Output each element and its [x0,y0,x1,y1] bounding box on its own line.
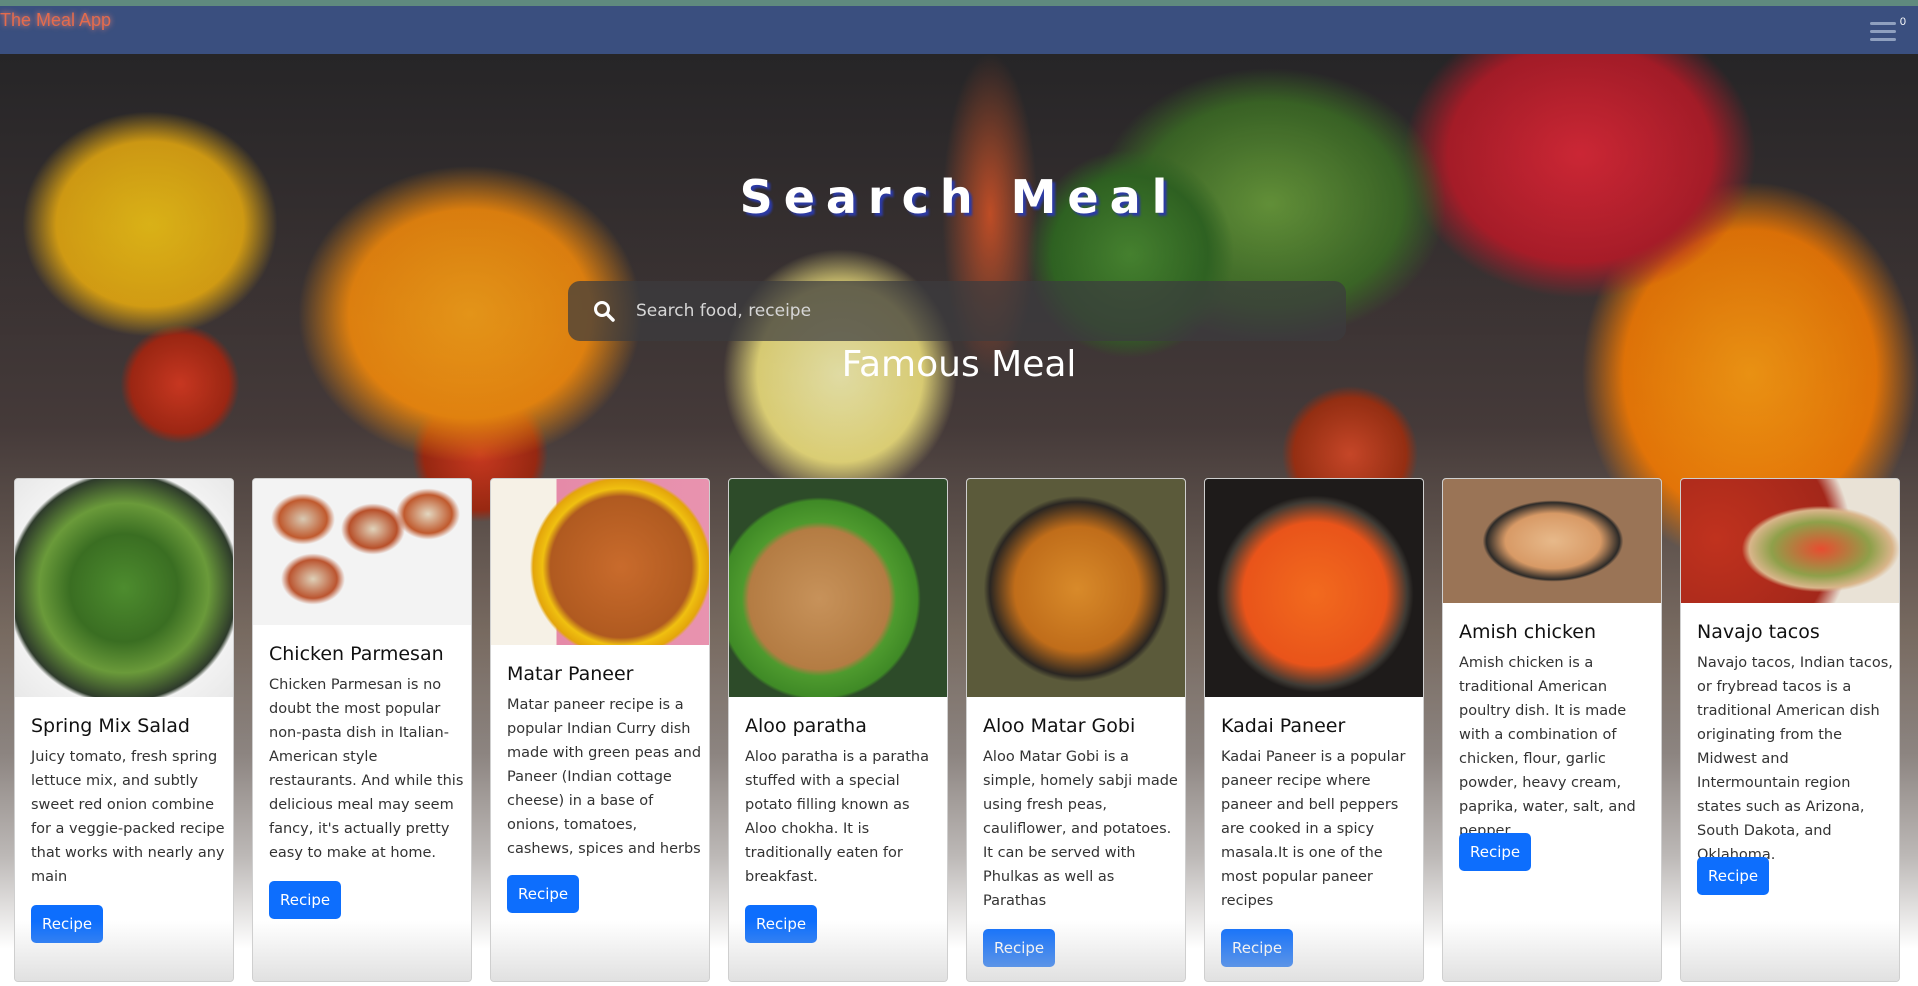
meal-title: Aloo paratha [745,715,867,737]
meal-description: Kadai Paneer is a popular paneer recipe … [1221,749,1406,909]
meal-card-matar-paneer: Matar Paneer Matar paneer recipe is a po… [490,478,710,982]
meal-image [1681,479,1899,603]
navbar: The Meal App 0 [0,0,1918,54]
meal-title: Navajo tacos [1697,621,1820,643]
recipe-button[interactable]: Recipe [507,875,580,913]
meal-description: Chicken Parmesan is no doubt the most po… [269,677,464,861]
meal-title: Aloo Matar Gobi [983,715,1136,737]
meal-card-kadai-paneer: Kadai Paneer Kadai Paneer is a popular p… [1204,478,1424,982]
meal-image [729,479,947,697]
meal-description: Matar paneer recipe is a popular Indian … [507,697,702,857]
meal-image [491,479,709,645]
search-bar[interactable] [568,281,1346,341]
cart-count-badge: 0 [1899,16,1906,28]
section-title: Famous Meal [841,344,1077,385]
recipe-button[interactable]: Recipe [1221,929,1294,967]
meal-image [967,479,1185,697]
recipe-button[interactable]: Recipe [1697,857,1770,895]
meal-card-amish-chicken: Amish chicken Amish chicken is a traditi… [1442,478,1662,982]
meal-title: Matar Paneer [507,663,634,685]
page-title: Search Meal [739,170,1179,224]
meal-cards: Spring Mix Salad Juicy tomato, fresh spr… [14,478,1904,984]
meal-description: Amish chicken is a traditional American … [1459,655,1636,839]
meal-description: Navajo tacos, Indian tacos, or frybread … [1697,655,1893,863]
meal-card-aloo-matar-gobi: Aloo Matar Gobi Aloo Matar Gobi is a sim… [966,478,1186,982]
meal-title: Chicken Parmesan [269,643,444,665]
meal-description: Juicy tomato, fresh spring lettuce mix, … [31,749,225,885]
meal-description: Aloo Matar Gobi is a simple, homely sabj… [983,749,1178,909]
hamburger-menu-icon[interactable] [1870,22,1896,46]
meal-card-chicken-parmesan: Chicken Parmesan Chicken Parmesan is no … [252,478,472,982]
meal-card-aloo-paratha: Aloo paratha Aloo paratha is a paratha s… [728,478,948,982]
meal-card-navajo-tacos: Navajo tacos Navajo tacos, Indian tacos,… [1680,478,1900,982]
meal-title: Kadai Paneer [1221,715,1346,737]
meal-title: Amish chicken [1459,621,1597,643]
search-input[interactable] [636,291,1316,331]
brand-logo[interactable]: The Meal App [0,10,111,31]
meal-image [1443,479,1661,603]
meal-image [253,479,471,625]
recipe-button[interactable]: Recipe [1459,833,1532,871]
recipe-button[interactable]: Recipe [745,905,818,943]
recipe-button[interactable]: Recipe [983,929,1056,967]
meal-image [1205,479,1423,697]
meal-description: Aloo paratha is a paratha stuffed with a… [745,749,929,885]
meal-card-spring-mix-salad: Spring Mix Salad Juicy tomato, fresh spr… [14,478,234,982]
meal-title: Spring Mix Salad [31,715,190,737]
search-icon[interactable] [592,299,616,323]
recipe-button[interactable]: Recipe [269,881,342,919]
meal-image [15,479,233,697]
recipe-button[interactable]: Recipe [31,905,104,943]
